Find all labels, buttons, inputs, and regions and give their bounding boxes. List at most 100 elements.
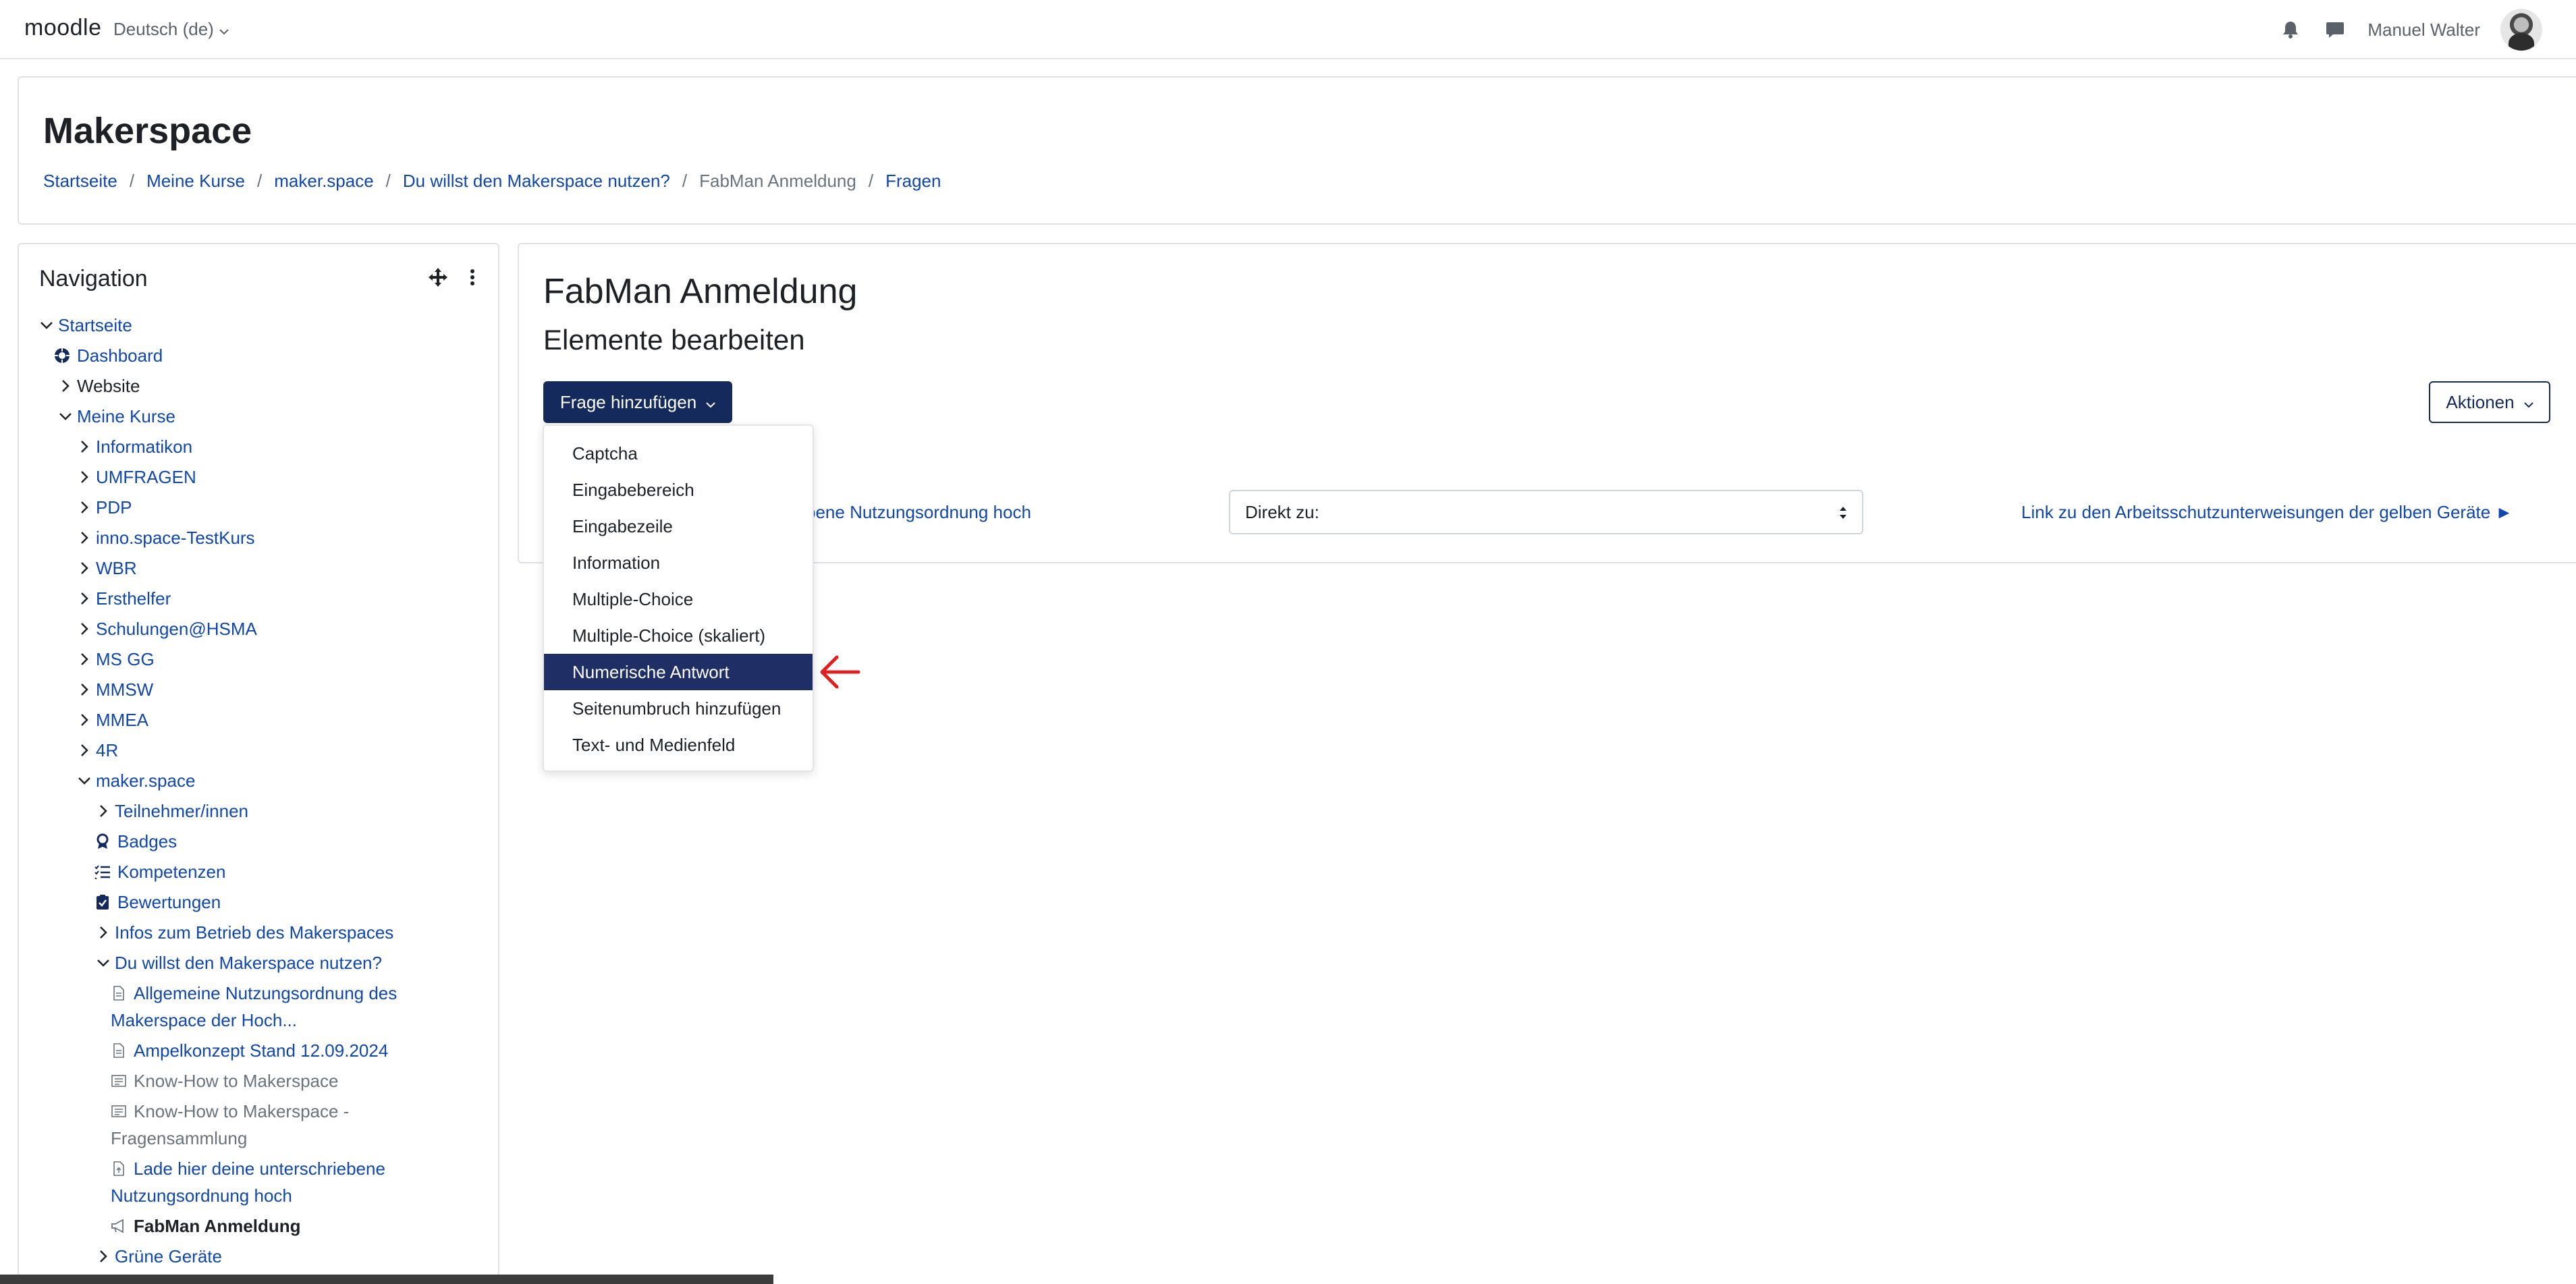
next-activity-link[interactable]: Link zu den Arbeitsschutzunterweisungen … — [2021, 502, 2513, 523]
tree-label: Startseite — [58, 315, 132, 335]
menu-item-multiple-choice[interactable]: Multiple-Choice — [544, 581, 813, 617]
tree-item-dashboard[interactable]: Dashboard — [54, 342, 163, 369]
tree-label: inno.space-TestKurs — [96, 528, 255, 548]
tree-item-course[interactable]: MMEA — [77, 706, 148, 733]
checklist-icon — [94, 864, 111, 880]
menu-item-eingabebereich[interactable]: Eingabebereich — [544, 472, 813, 508]
tree-item-course[interactable]: inno.space-TestKurs — [77, 524, 255, 551]
breadcrumb-meine-kurse[interactable]: Meine Kurse — [146, 171, 245, 192]
move-icon[interactable] — [428, 267, 448, 287]
navigation-title: Navigation — [39, 266, 148, 291]
tree-item-bewertungen[interactable]: Bewertungen — [94, 889, 221, 916]
file-icon — [111, 985, 127, 1001]
actions-button[interactable]: Aktionen — [2429, 381, 2550, 423]
tree-item-teilnehmer[interactable]: Teilnehmer/innen — [96, 798, 248, 825]
tree-item-infos-betrieb[interactable]: Infos zum Betrieb des Makerspaces — [96, 919, 393, 946]
menu-item-seitenumbruch[interactable]: Seitenumbruch hinzufügen — [544, 690, 813, 727]
user-name[interactable]: Manuel Walter — [2367, 20, 2480, 40]
tree-item-know-how[interactable]: Know-How to Makerspace — [111, 1067, 338, 1094]
tree-item-ampelkonzept[interactable]: Ampelkonzept Stand 12.09.2024 — [111, 1037, 388, 1064]
chevron-right-icon — [77, 439, 92, 454]
chevron-down-icon — [706, 392, 715, 413]
language-label: Deutsch (de) — [113, 19, 214, 39]
menu-item-numerische-antwort[interactable]: Numerische Antwort — [544, 654, 813, 690]
breadcrumb-startseite[interactable]: Startseite — [43, 171, 117, 192]
tree-item-course[interactable]: 4R — [77, 737, 118, 764]
file-icon — [111, 1161, 127, 1177]
page-header: Makerspace Startseite / Meine Kurse / ma… — [18, 76, 2576, 225]
tree-label: MMEA — [96, 710, 148, 730]
more-vertical-icon[interactable] — [466, 267, 479, 287]
tree-item-know-how-fragen[interactable]: Know-How to Makerspace - — [111, 1098, 349, 1125]
tree-item-badges[interactable]: Badges — [94, 828, 177, 855]
menu-item-multiple-choice-skaliert[interactable]: Multiple-Choice (skaliert) — [544, 617, 813, 654]
tree-item-website[interactable]: Website — [58, 372, 140, 399]
jump-to-select[interactable]: Direkt zu: — [1229, 490, 1863, 534]
tree-item-kompetenzen[interactable]: Kompetenzen — [94, 858, 225, 885]
previous-activity-link[interactable]: bene Nutzungsordnung hoch — [806, 502, 1031, 523]
chevron-right-icon — [77, 713, 92, 727]
dashboard-icon — [54, 347, 70, 364]
tree-item-maker-space[interactable]: maker.space — [77, 767, 195, 794]
actions-label: Aktionen — [2446, 391, 2515, 412]
tree-item-makerspace-nutzen[interactable]: Du willst den Makerspace nutzen? — [96, 949, 382, 976]
badge-icon — [94, 833, 111, 849]
tree-item-meine-kurse[interactable]: Meine Kurse — [58, 403, 175, 430]
tree-item-label-continued[interactable]: Nutzungsordnung hoch — [111, 1182, 292, 1209]
tree-label: Du willst den Makerspace nutzen? — [115, 953, 382, 973]
main-region: FabMan Anmeldung Elemente bearbeiten Fra… — [518, 243, 2576, 563]
bell-icon[interactable] — [2278, 18, 2303, 42]
tree-label: WBR — [96, 558, 137, 578]
tree-label: 4R — [96, 740, 119, 760]
clipboard-icon — [94, 894, 111, 910]
menu-item-text-medienfeld[interactable]: Text- und Medienfeld — [544, 727, 813, 763]
avatar[interactable] — [2500, 9, 2542, 51]
chevron-down-icon — [96, 955, 111, 970]
chevron-right-icon — [77, 470, 92, 484]
chevron-right-icon — [77, 500, 92, 515]
tree-item-course[interactable]: Informatikon — [77, 433, 192, 460]
tree-label: UMFRAGEN — [96, 467, 196, 487]
tree-label: Teilnehmer/innen — [115, 801, 249, 821]
tree-item-course[interactable]: Schulungen@HSMA — [77, 615, 257, 642]
tree-label: Ampelkonzept Stand 12.09.2024 — [134, 1040, 389, 1061]
language-menu[interactable]: Deutsch (de) — [113, 19, 229, 40]
tree-item-gruene-geraete[interactable]: Grüne Geräte — [96, 1243, 222, 1270]
chevron-right-icon — [77, 561, 92, 576]
tree-item-upload[interactable]: Lade hier deine unterschriebene — [111, 1155, 385, 1182]
menu-item-information[interactable]: Information — [544, 545, 813, 581]
jump-to-label: Direkt zu: — [1245, 501, 1319, 522]
tree-label: Website — [77, 376, 140, 396]
tree-item-label-continued[interactable]: Fragensammlung — [111, 1125, 247, 1152]
breadcrumb-separator: / — [257, 171, 263, 191]
tree-label: Know-How to Makerspace - — [134, 1101, 350, 1121]
menu-item-captcha[interactable]: Captcha — [544, 435, 813, 472]
moodle-logo[interactable]: moodle — [24, 15, 102, 41]
breadcrumb: Startseite / Meine Kurse / maker.space /… — [43, 171, 941, 192]
add-question-label: Frage hinzufügen — [559, 391, 697, 412]
chevron-right-icon — [96, 1249, 111, 1264]
tree-item-fabman[interactable]: FabMan Anmeldung — [111, 1212, 300, 1239]
tree-item-course[interactable]: UMFRAGEN — [77, 464, 196, 491]
chevron-down-icon — [2523, 392, 2533, 413]
tree-item-course[interactable]: WBR — [77, 555, 137, 582]
tree-label: Infos zum Betrieb des Makerspaces — [115, 922, 394, 943]
tree-item-course[interactable]: MMSW — [77, 676, 153, 703]
breadcrumb-makerspace-nutzen[interactable]: Du willst den Makerspace nutzen? — [403, 171, 670, 192]
tree-item-label-continued[interactable]: Makerspace der Hoch... — [111, 1007, 297, 1034]
menu-item-eingabezeile[interactable]: Eingabezeile — [544, 508, 813, 545]
tree-item-course[interactable]: PDP — [77, 494, 132, 521]
tree-item-startseite[interactable]: Startseite — [39, 312, 132, 339]
tree-item-nutzungsordnung[interactable]: Allgemeine Nutzungsordnung des — [111, 980, 397, 1007]
glossary-icon — [111, 1103, 127, 1119]
tree-item-course[interactable]: MS GG — [77, 646, 155, 673]
breadcrumb-maker-space[interactable]: maker.space — [274, 171, 373, 192]
tree-label: Lade hier deine unterschriebene — [134, 1159, 385, 1179]
chat-icon[interactable] — [2323, 18, 2347, 42]
tree-label: Grüne Geräte — [115, 1246, 222, 1266]
course-module-title: FabMan Anmeldung — [543, 272, 858, 311]
tree-item-course[interactable]: Ersthelfer — [77, 585, 171, 612]
add-question-button[interactable]: Frage hinzufügen — [543, 381, 732, 423]
breadcrumb-fragen[interactable]: Fragen — [885, 171, 941, 192]
page-title: Makerspace — [43, 111, 252, 151]
